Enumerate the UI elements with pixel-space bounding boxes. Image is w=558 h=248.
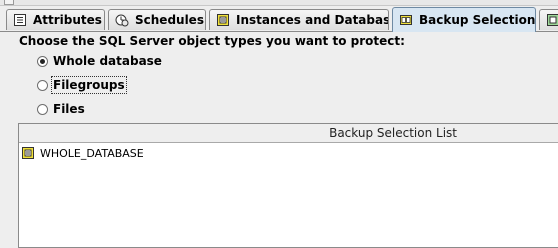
filegroups-option[interactable]: Filegroups (37, 76, 125, 94)
files-option[interactable]: Files (37, 100, 85, 118)
tab-overflow[interactable] (539, 9, 558, 30)
tab-attributes-label: Attributes (33, 13, 102, 27)
backup-selection-list[interactable]: Backup Selection List WHOLE_DATABASE (18, 123, 558, 248)
filegroups-label: Filegroups (53, 78, 125, 92)
tab-attributes[interactable]: Attributes (6, 9, 105, 30)
tab-instances-and-databases[interactable]: Instances and Databases (209, 9, 389, 30)
tab-instances-label: Instances and Databases (236, 13, 389, 27)
tab-backup-selections[interactable]: Backup Selections (392, 7, 536, 32)
list-item[interactable]: WHOLE_DATABASE (21, 145, 144, 161)
tab-overflow-icon (546, 13, 558, 27)
filegroups-radio[interactable] (37, 80, 48, 91)
tab-bar: Attributes Schedules Instances and Datab… (0, 6, 558, 32)
backup-selections-panel: Choose the SQL Server object types you w… (0, 32, 558, 244)
whole-database-radio[interactable] (37, 56, 48, 67)
backup-selection-icon (399, 13, 413, 27)
toolbar-handle (4, 0, 14, 5)
list-icon (13, 13, 27, 27)
list-header: Backup Selection List (19, 124, 558, 143)
whole-database-option[interactable]: Whole database (37, 52, 162, 70)
list-item-label: WHOLE_DATABASE (40, 147, 144, 160)
tab-schedules-label: Schedules (135, 13, 204, 27)
tab-backup-label: Backup Selections (419, 13, 536, 27)
database-icon (216, 13, 230, 27)
clock-icon (115, 13, 129, 27)
files-label: Files (53, 102, 85, 116)
column-header-backup-selection-list[interactable]: Backup Selection List (19, 124, 544, 142)
tab-schedules[interactable]: Schedules (108, 9, 206, 30)
files-radio[interactable] (37, 104, 48, 115)
whole-database-label: Whole database (53, 54, 162, 68)
database-icon (21, 146, 35, 160)
object-types-heading: Choose the SQL Server object types you w… (19, 34, 405, 48)
